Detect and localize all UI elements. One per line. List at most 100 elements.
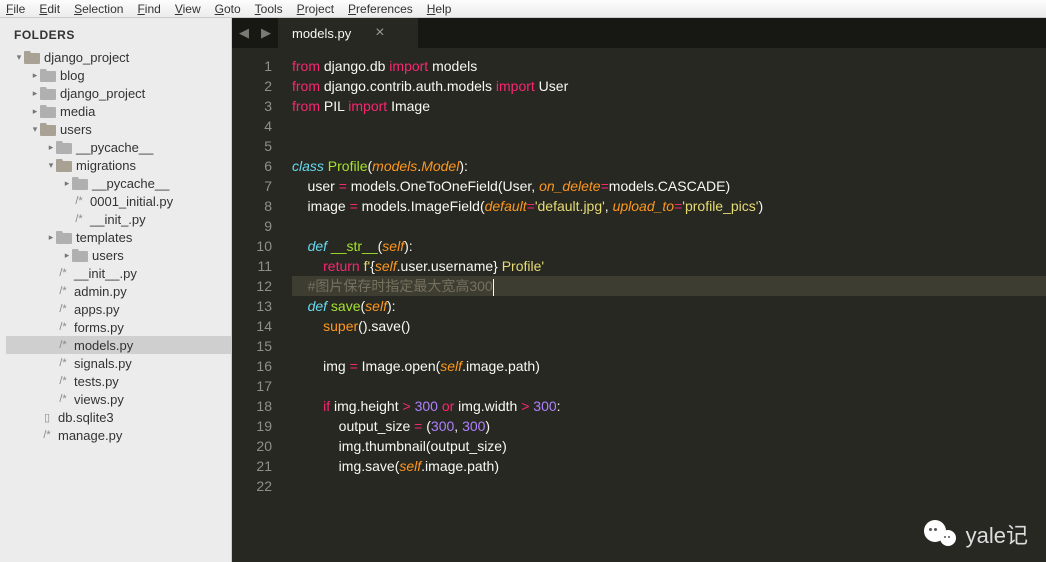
tree-item-label: __init_.py <box>90 212 146 227</box>
tree-item---pycache--[interactable]: ▸__pycache__ <box>6 138 231 156</box>
file-icon: /* <box>56 285 70 297</box>
code-line[interactable]: from django.contrib.auth.models import U… <box>292 76 1046 96</box>
code-area[interactable]: 12345678910111213141516171819202122 from… <box>232 48 1046 562</box>
code-line[interactable]: def save(self): <box>292 296 1046 316</box>
disclosure-icon: ▸ <box>46 142 56 153</box>
tab-models-py[interactable]: models.py × <box>278 18 418 48</box>
code-line[interactable] <box>292 476 1046 496</box>
tree-item---pycache--[interactable]: ▸ __pycache__ <box>6 174 231 192</box>
tree-item-label: apps.py <box>74 302 120 317</box>
code-line[interactable]: class Profile(models.Model): <box>292 156 1046 176</box>
tree-item-tests-py[interactable]: /*tests.py <box>6 372 231 390</box>
code-line[interactable]: return f'{self.user.username} Profile' <box>292 256 1046 276</box>
line-number: 19 <box>232 416 272 436</box>
tree-item-apps-py[interactable]: /*apps.py <box>6 300 231 318</box>
line-number: 15 <box>232 336 272 356</box>
line-number: 21 <box>232 456 272 476</box>
code-line[interactable]: from PIL import Image <box>292 96 1046 116</box>
tree-item-0001-initial-py[interactable]: /*0001_initial.py <box>6 192 231 210</box>
tab-prev-icon[interactable]: ◀ <box>239 25 249 41</box>
tree-item-templates[interactable]: ▸ templates <box>6 228 231 246</box>
tree-item-label: signals.py <box>74 356 132 371</box>
tree-item-label: media <box>60 104 95 119</box>
menu-find[interactable]: Find <box>137 2 160 16</box>
line-number: 6 <box>232 156 272 176</box>
disclosure-icon: ▸ <box>62 178 72 189</box>
tab-label: models.py <box>292 26 351 41</box>
menu-edit[interactable]: Edit <box>39 2 60 16</box>
tab-next-icon[interactable]: ▶ <box>261 25 271 41</box>
tree-item-media[interactable]: ▸media <box>6 102 231 120</box>
file-tree: ▾django_project▸blog▸django_project▸medi… <box>0 48 231 444</box>
tree-item-label: __pycache__ <box>92 176 169 191</box>
code-line[interactable] <box>292 376 1046 396</box>
menu-tools[interactable]: Tools <box>255 2 283 16</box>
menu-help[interactable]: Help <box>427 2 452 16</box>
line-number: 4 <box>232 116 272 136</box>
line-number: 3 <box>232 96 272 116</box>
tree-item---init---py[interactable]: /*__init__.py <box>6 264 231 282</box>
tree-item-label: users <box>60 122 92 137</box>
code-line[interactable]: output_size = (300, 300) <box>292 416 1046 436</box>
tree-item-db-sqlite3[interactable]: ▯db.sqlite3 <box>6 408 231 426</box>
code-line[interactable]: img = Image.open(self.image.path) <box>292 356 1046 376</box>
code-line[interactable] <box>292 136 1046 156</box>
tree-item-label: tests.py <box>74 374 119 389</box>
tree-item-label: models.py <box>74 338 133 353</box>
code-line[interactable]: from django.db import models <box>292 56 1046 76</box>
close-icon[interactable]: × <box>375 24 384 42</box>
menu-preferences[interactable]: Preferences <box>348 2 413 16</box>
menu-project[interactable]: Project <box>297 2 334 16</box>
tree-item-users[interactable]: ▸users <box>6 246 231 264</box>
code-line[interactable]: img.save(self.image.path) <box>292 456 1046 476</box>
code-line[interactable] <box>292 336 1046 356</box>
tree-item-forms-py[interactable]: /*forms.py <box>6 318 231 336</box>
line-number: 10 <box>232 236 272 256</box>
file-icon: /* <box>72 213 86 225</box>
code-line[interactable]: image = models.ImageField(default='defau… <box>292 196 1046 216</box>
tree-item-label: db.sqlite3 <box>58 410 114 425</box>
watermark: yale记 <box>924 518 1028 550</box>
folder-icon <box>72 177 88 190</box>
line-number: 22 <box>232 476 272 496</box>
menu-selection[interactable]: Selection <box>74 2 123 16</box>
tree-item-django-project[interactable]: ▸django_project <box>6 84 231 102</box>
tree-item-manage-py[interactable]: /*manage.py <box>6 426 231 444</box>
tree-item-users[interactable]: ▾users <box>6 120 231 138</box>
menu-goto[interactable]: Goto <box>215 2 241 16</box>
code-line[interactable] <box>292 116 1046 136</box>
folder-icon <box>72 249 88 262</box>
disclosure-icon: ▸ <box>30 70 40 81</box>
tree-item-signals-py[interactable]: /* signals.py <box>6 354 231 372</box>
disclosure-icon: ▸ <box>46 232 56 243</box>
code-line[interactable] <box>292 216 1046 236</box>
watermark-text: yale记 <box>966 518 1028 550</box>
tree-item---init--py[interactable]: /* __init_.py <box>6 210 231 228</box>
code-content[interactable]: from django.db import modelsfrom django.… <box>282 48 1046 562</box>
file-icon: /* <box>56 393 70 405</box>
menu-file[interactable]: File <box>6 2 25 16</box>
code-line[interactable]: img.thumbnail(output_size) <box>292 436 1046 456</box>
folders-header: FOLDERS <box>0 18 231 48</box>
sidebar: FOLDERS ▾django_project▸blog▸django_proj… <box>0 18 232 562</box>
menu-view[interactable]: View <box>175 2 201 16</box>
code-line[interactable]: #图片保存时指定最大宽高300 <box>292 276 1046 296</box>
tree-item-label: 0001_initial.py <box>90 194 173 209</box>
file-icon: /* <box>56 357 70 369</box>
tree-item-migrations[interactable]: ▾migrations <box>6 156 231 174</box>
line-number: 14 <box>232 316 272 336</box>
tree-item-django-project[interactable]: ▾django_project <box>6 48 231 66</box>
tree-item-label: templates <box>76 230 132 245</box>
tab-nav[interactable]: ◀ ▶ <box>232 18 278 48</box>
tree-item-blog[interactable]: ▸blog <box>6 66 231 84</box>
line-number: 8 <box>232 196 272 216</box>
line-number: 13 <box>232 296 272 316</box>
tree-item-admin-py[interactable]: /*admin.py <box>6 282 231 300</box>
code-line[interactable]: if img.height > 300 or img.width > 300: <box>292 396 1046 416</box>
code-line[interactable]: user = models.OneToOneField(User, on_del… <box>292 176 1046 196</box>
code-line[interactable]: super().save() <box>292 316 1046 336</box>
code-line[interactable]: def __str__(self): <box>292 236 1046 256</box>
line-number: 11 <box>232 256 272 276</box>
tree-item-views-py[interactable]: /*views.py <box>6 390 231 408</box>
tree-item-models-py[interactable]: /*models.py <box>6 336 231 354</box>
